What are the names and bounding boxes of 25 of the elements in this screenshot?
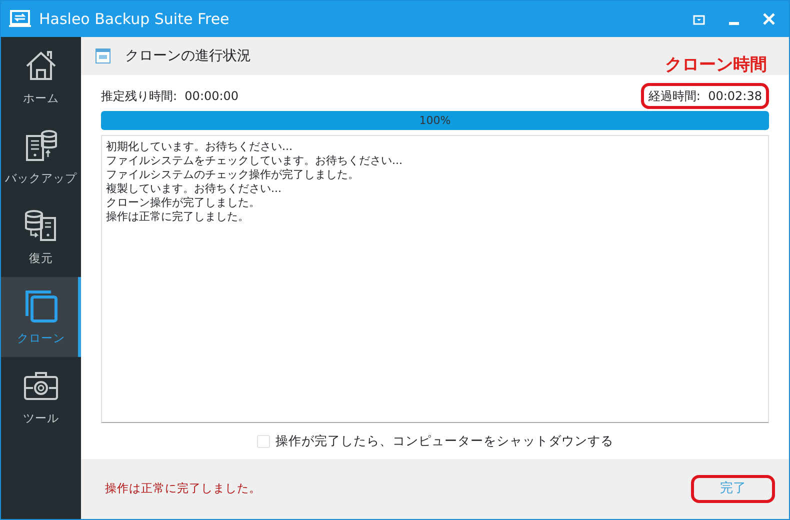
log-line: ファイルシステムのチェック操作が完了しました。 xyxy=(106,168,359,182)
elapsed-time: 経過時間: 00:02:38 xyxy=(641,83,769,109)
page-title: クローンの進行状況 xyxy=(125,46,251,66)
status-message: 操作は正常に完了しました。 xyxy=(105,480,261,498)
log-line: 操作は正常に完了しました。 xyxy=(106,210,249,224)
sidebar-item[interactable]: ツール xyxy=(1,357,81,437)
minimize-icon xyxy=(729,22,739,25)
log-line: クローン操作が完了しました。 xyxy=(106,196,260,210)
sidebar-item[interactable]: クローン xyxy=(1,277,81,357)
close-icon xyxy=(763,13,775,26)
window-title: Hasleo Backup Suite Free xyxy=(39,8,230,30)
sidebar-item[interactable]: 復元 xyxy=(1,197,81,277)
shutdown-label[interactable]: 操作が完了したら、コンピューターをシャットダウンする xyxy=(276,432,614,450)
progress-window-icon xyxy=(95,48,111,64)
sidebar-item[interactable]: ホーム xyxy=(1,37,81,117)
app-logo-icon xyxy=(9,10,31,28)
progress-reading: 100% xyxy=(418,113,452,129)
log-line: ファイルシステムをチェックしています。お待ちください... xyxy=(106,154,402,168)
annotation-text: クローン時間 xyxy=(665,54,767,77)
log-line: 初期化しています。お待ちください... xyxy=(106,140,292,154)
sidebar-item[interactable]: バックアップ xyxy=(1,117,81,197)
log-line: 複製しています。お待ちください... xyxy=(106,182,282,196)
dropdown-icon xyxy=(693,14,705,25)
shutdown-checkbox[interactable] xyxy=(256,434,270,448)
remaining-time: 推定残り時間: 00:00:00 xyxy=(101,88,239,105)
